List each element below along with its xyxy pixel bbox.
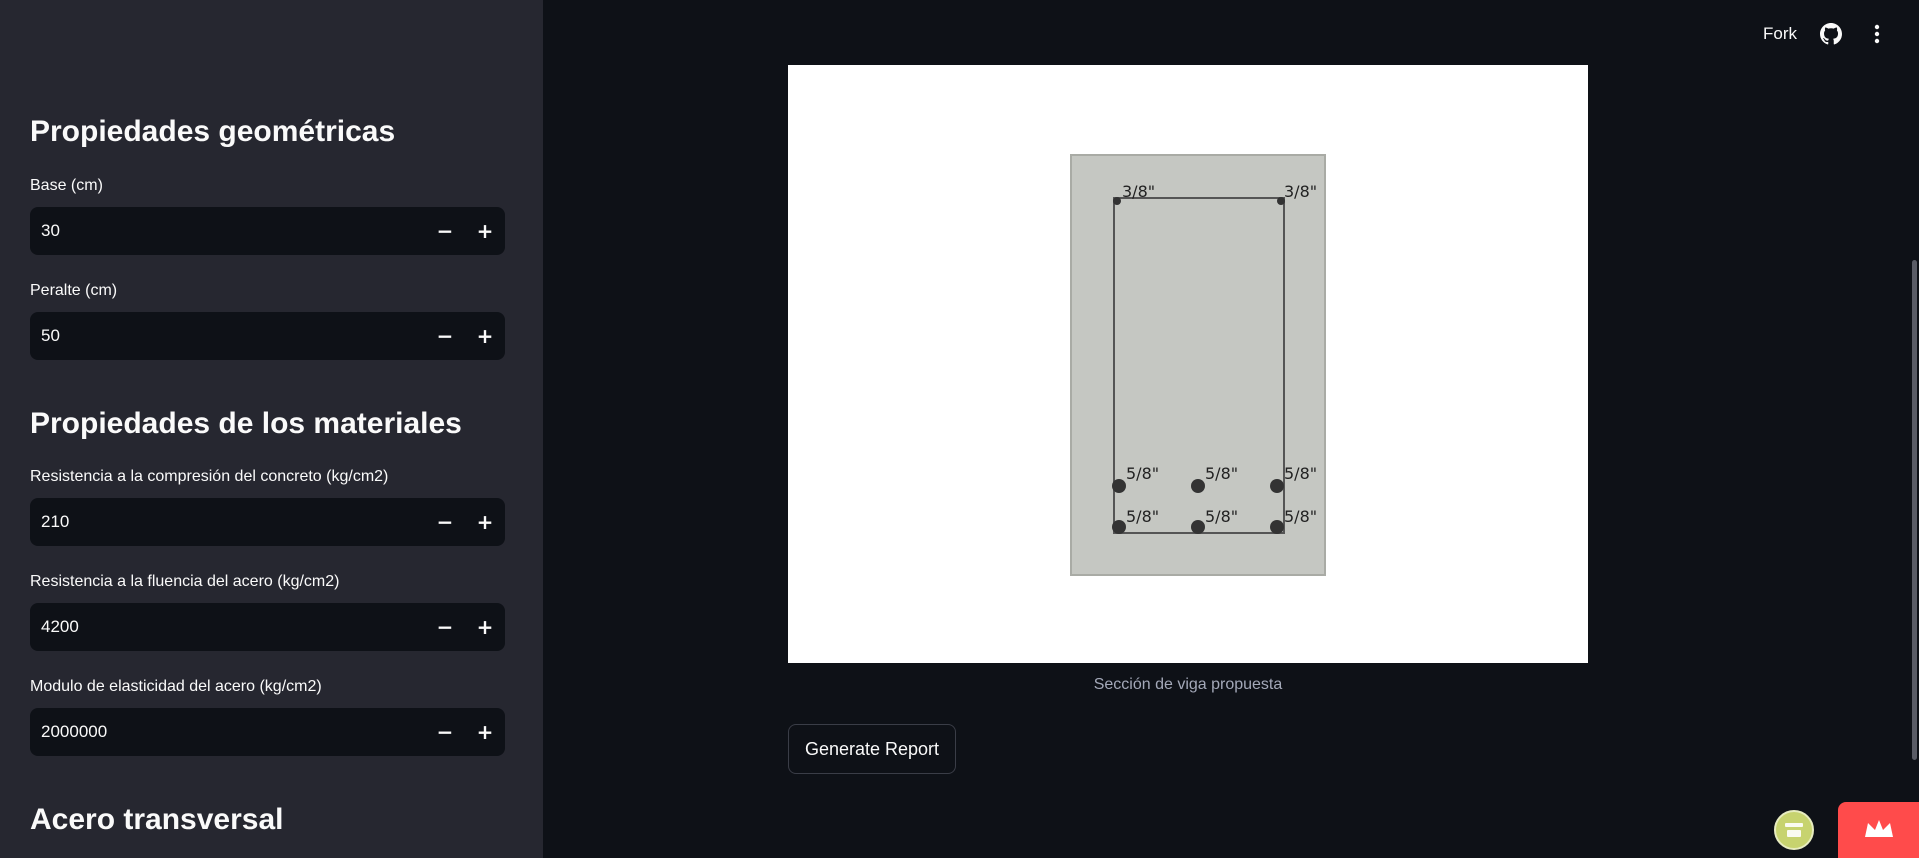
bottom-r1-label-left: 5/8" <box>1126 464 1159 483</box>
beam-section-svg: 3/8" 3/8" 5/8" 5/8" 5/8" 5/8" 5/8" 5/8" <box>1070 154 1326 576</box>
base-decrement-button[interactable]: − <box>425 207 465 255</box>
es-input[interactable]: 2000000 − + <box>30 708 505 756</box>
peralte-value[interactable]: 50 <box>30 326 425 346</box>
base-value[interactable]: 30 <box>30 221 425 241</box>
es-decrement-button[interactable]: − <box>425 708 465 756</box>
peralte-increment-button[interactable]: + <box>465 312 505 360</box>
es-increment-button[interactable]: + <box>465 708 505 756</box>
fc-value[interactable]: 210 <box>30 512 425 532</box>
bottom-bar-r1-left <box>1112 479 1126 493</box>
crown-icon <box>1863 817 1895 843</box>
bottom-r1-label-right: 5/8" <box>1284 464 1317 483</box>
kebab-menu-icon[interactable] <box>1865 22 1889 46</box>
bottom-r2-label-mid: 5/8" <box>1205 507 1238 526</box>
bottom-bar-r2-mid <box>1191 520 1205 534</box>
es-value[interactable]: 2000000 <box>30 722 425 742</box>
fc-increment-button[interactable]: + <box>465 498 505 546</box>
section-title-materials: Propiedades de los materiales <box>30 407 462 440</box>
peralte-input[interactable]: 50 − + <box>30 312 505 360</box>
label-base: Base (cm) <box>30 177 103 194</box>
label-fc: Resistencia a la compresión del concreto… <box>30 468 389 485</box>
top-bar-label-left: 3/8" <box>1122 182 1155 201</box>
section-title-transverse: Acero transversal <box>30 803 284 836</box>
fy-increment-button[interactable]: + <box>465 603 505 651</box>
bottom-bar-r1-right <box>1270 479 1284 493</box>
main-scrollbar[interactable] <box>1912 260 1917 760</box>
label-fy: Resistencia a la fluencia del acero (kg/… <box>30 573 340 590</box>
label-peralte: Peralte (cm) <box>30 282 118 299</box>
fc-input[interactable]: 210 − + <box>30 498 505 546</box>
top-bar-label-right: 3/8" <box>1284 182 1317 201</box>
bottom-r1-label-mid: 5/8" <box>1205 464 1238 483</box>
deploy-badge[interactable] <box>1838 802 1919 858</box>
label-es: Modulo de elasticidad del acero (kg/cm2) <box>30 678 322 695</box>
sidebar: Propiedades geométricas Base (cm) 30 − +… <box>0 0 543 858</box>
peralte-decrement-button[interactable]: − <box>425 312 465 360</box>
bottom-bar-r2-left <box>1112 520 1126 534</box>
fork-button[interactable]: Fork <box>1763 24 1797 44</box>
base-increment-button[interactable]: + <box>465 207 505 255</box>
fy-value[interactable]: 4200 <box>30 617 425 637</box>
bottom-bar-r2-right <box>1270 520 1284 534</box>
github-icon[interactable] <box>1819 22 1843 46</box>
fy-input[interactable]: 4200 − + <box>30 603 505 651</box>
status-avatar[interactable] <box>1774 810 1814 850</box>
bottom-r2-label-right: 5/8" <box>1284 507 1317 526</box>
top-bar-left <box>1113 197 1121 205</box>
fy-decrement-button[interactable]: − <box>425 603 465 651</box>
section-title-geometry: Propiedades geométricas <box>30 115 396 148</box>
bottom-r2-label-left: 5/8" <box>1126 507 1159 526</box>
figure-caption: Sección de viga propuesta <box>1093 676 1283 693</box>
header-actions: Fork <box>1763 22 1889 46</box>
beam-section-figure: 3/8" 3/8" 5/8" 5/8" 5/8" 5/8" 5/8" 5/8" <box>788 65 1588 663</box>
app-root: Propiedades geométricas Base (cm) 30 − +… <box>0 0 1919 858</box>
generate-report-button[interactable]: Generate Report <box>788 724 956 774</box>
fc-decrement-button[interactable]: − <box>425 498 465 546</box>
bottom-bar-r1-mid <box>1191 479 1205 493</box>
base-input[interactable]: 30 − + <box>30 207 505 255</box>
